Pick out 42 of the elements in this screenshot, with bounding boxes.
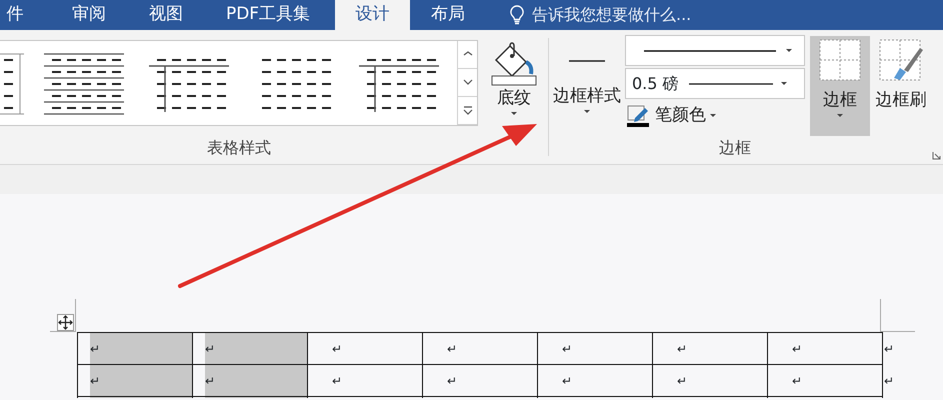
group-label: 边框	[719, 137, 751, 159]
caret-icon	[786, 49, 792, 52]
line-sample-icon	[644, 50, 776, 52]
border-painter-icon	[878, 38, 924, 82]
expand-icon	[462, 106, 474, 116]
row-end-mark: ↵	[884, 341, 894, 358]
ribbon-tab[interactable]: 布局	[428, 0, 468, 30]
ribbon-tab[interactable]: 件	[0, 0, 30, 30]
search-field[interactable]: 告诉我您想要做什么...	[530, 2, 760, 28]
ribbon-tab[interactable]: PDF工具集	[224, 0, 312, 30]
chevron-down-icon	[462, 78, 474, 88]
margin-corner-mark	[880, 299, 915, 332]
lightbulb-icon	[510, 5, 524, 25]
dialog-launcher-icon[interactable]	[930, 151, 943, 160]
shading-button[interactable]: 底纹	[486, 38, 542, 128]
row-end-mark: ↵	[884, 373, 894, 390]
ribbon-tab[interactable]: 审阅	[72, 0, 106, 30]
paint-bucket-icon	[490, 40, 538, 86]
pen-color-button[interactable]: 笔颜色	[625, 99, 805, 128]
line-style-dropdown[interactable]	[625, 35, 805, 66]
table-cell[interactable]: ↵	[90, 365, 192, 396]
border-painter-button[interactable]: 边框刷	[870, 36, 932, 136]
borders-button[interactable]: 边框	[810, 36, 870, 136]
pen-color-icon	[627, 104, 651, 127]
caret-icon	[511, 112, 517, 114]
move-handle-icon[interactable]	[57, 314, 74, 331]
caret-icon	[837, 114, 843, 116]
group-label: 表格样式	[207, 137, 271, 159]
table-cell[interactable]: ↵	[205, 333, 307, 364]
caret-icon	[584, 110, 590, 112]
line-icon	[569, 60, 605, 62]
table-cell[interactable]: ↵	[205, 365, 307, 396]
table-cell[interactable]: ↵	[90, 333, 192, 364]
borders-grid-icon	[818, 38, 862, 82]
caret-icon	[710, 114, 716, 118]
line-sample-icon	[688, 82, 773, 84]
margin-corner-mark	[50, 299, 76, 332]
ribbon-tab[interactable]: 视图	[148, 0, 184, 30]
line-weight-dropdown[interactable]: 0.5 磅	[625, 68, 805, 99]
caret-icon	[780, 82, 787, 85]
border-styles-button[interactable]: 边框样式	[549, 38, 625, 136]
ribbon-tab[interactable]: 设计	[335, 0, 410, 30]
